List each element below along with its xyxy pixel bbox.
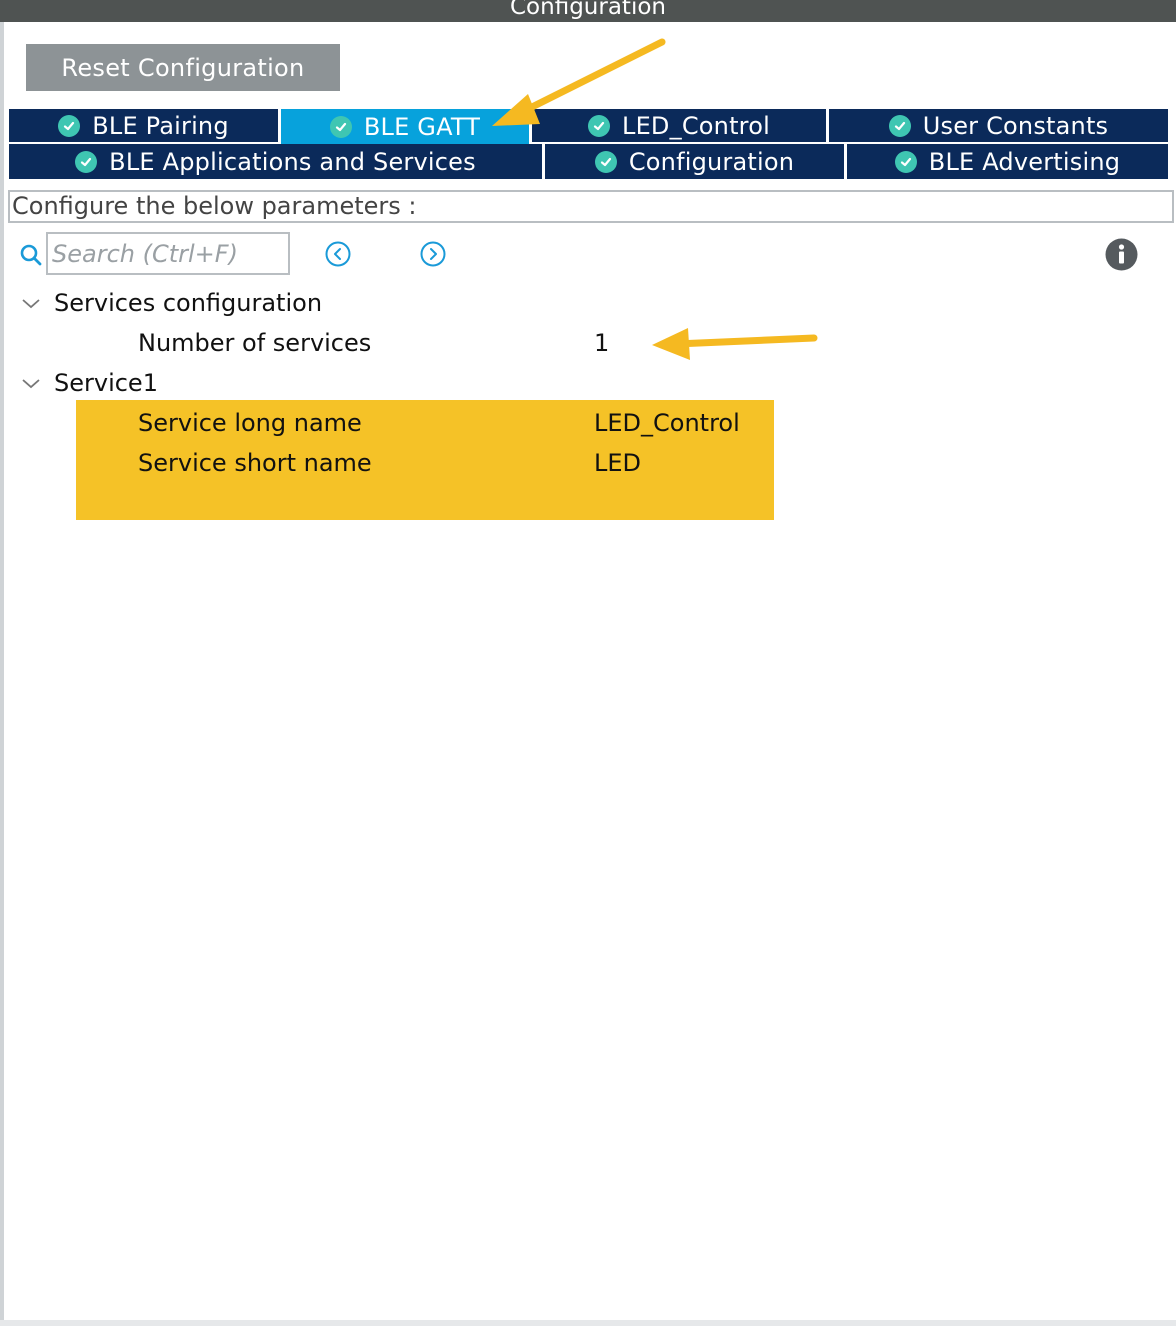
tab-label: BLE Advertising [928, 147, 1121, 176]
tab-label: BLE Applications and Services [109, 147, 476, 176]
search-icon [20, 244, 42, 266]
tab-label: User Constants [922, 111, 1109, 140]
reset-configuration-button[interactable]: Reset Configuration [26, 44, 340, 91]
tab-configuration[interactable]: Configuration [545, 144, 844, 179]
tree-node-services-configuration[interactable]: Services configuration [54, 288, 322, 318]
param-value[interactable]: LED [594, 448, 641, 478]
check-circle-icon [75, 150, 98, 173]
window-title: Configuration [0, 0, 1176, 22]
check-circle-icon [594, 150, 617, 173]
chevron-down-icon[interactable] [20, 297, 42, 311]
bottom-border [0, 1320, 1176, 1326]
tab-user-constants[interactable]: User Constants [829, 109, 1168, 142]
tab-ble-advertising[interactable]: BLE Advertising [847, 144, 1168, 179]
param-value[interactable]: 1 [594, 328, 609, 358]
tab-led-control[interactable]: LED_Control [532, 109, 826, 142]
chevron-down-icon[interactable] [20, 377, 42, 391]
tab-ble-gatt[interactable]: BLE GATT [281, 109, 529, 145]
tab-label: BLE GATT [363, 113, 481, 141]
left-border [0, 22, 4, 1326]
tab-label: LED_Control [622, 111, 770, 140]
tab-ble-applications-and-services[interactable]: BLE Applications and Services [9, 144, 542, 179]
tree-node-service1[interactable]: Service1 [54, 368, 158, 398]
tab-label: BLE Pairing [92, 111, 229, 140]
search-input[interactable] [46, 232, 290, 275]
chevron-right-circle-icon[interactable] [419, 240, 447, 268]
tab-ble-pairing[interactable]: BLE Pairing [9, 109, 278, 142]
tab-label: Configuration [628, 147, 795, 176]
check-circle-icon [329, 116, 352, 138]
param-value[interactable]: LED_Control [594, 408, 740, 438]
parameters-header: Configure the below parameters : [8, 190, 1174, 223]
param-name: Number of services [138, 329, 372, 357]
check-circle-icon [888, 114, 911, 137]
check-circle-icon [58, 114, 81, 137]
chevron-left-circle-icon[interactable] [324, 240, 352, 268]
info-icon[interactable] [1105, 238, 1138, 271]
check-circle-icon [588, 114, 610, 137]
param-name: Service short name [138, 449, 372, 477]
check-circle-icon [894, 150, 917, 173]
arrow-icon [652, 328, 818, 360]
param-name: Service long name [138, 409, 362, 437]
